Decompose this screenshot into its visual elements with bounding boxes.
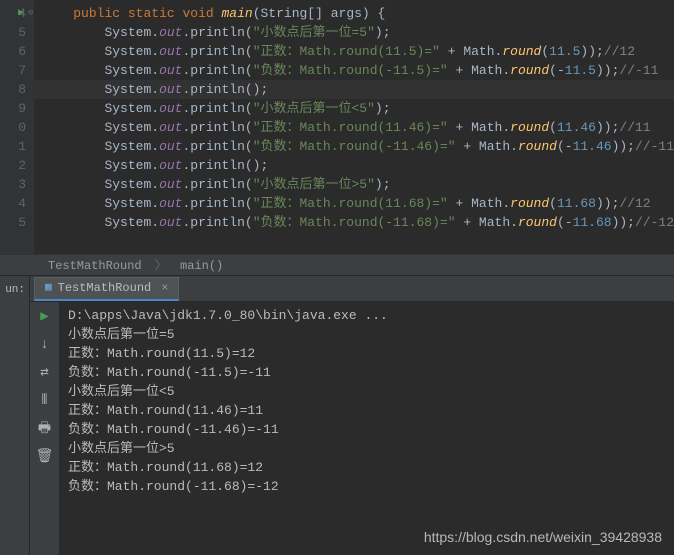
- code-area[interactable]: public static void main(String[] args) {…: [34, 0, 674, 254]
- console-line: 负数：Math.round(-11.68)=-12: [68, 477, 666, 496]
- layout-icon[interactable]: ⫴: [36, 392, 54, 410]
- console-line: 正数：Math.round(11.5)=12: [68, 344, 666, 363]
- run-config-icon: ▦: [45, 276, 52, 300]
- code-editor[interactable]: ▶⊖4 5 6 7 8 9 0 1 2 3 4 5 public static …: [0, 0, 674, 254]
- console-line: 小数点后第一位>5: [68, 439, 666, 458]
- breadcrumb-method[interactable]: main(): [180, 259, 223, 273]
- watermark: https://blog.csdn.net/weixin_39428938: [424, 529, 662, 545]
- run-tool-label: un:: [0, 276, 30, 555]
- gutter: ▶⊖4 5 6 7 8 9 0 1 2 3 4 5: [0, 0, 34, 254]
- console-line: 正数：Math.round(11.46)=11: [68, 401, 666, 420]
- console-line: 负数：Math.round(-11.5)=-11: [68, 363, 666, 382]
- console-line: 小数点后第一位=5: [68, 325, 666, 344]
- run-tabbar: ▦ TestMathRound ×: [30, 276, 674, 302]
- trash-icon[interactable]: 🗑: [36, 448, 54, 466]
- breadcrumb-sep-icon: 〉: [155, 259, 167, 273]
- console-line: 小数点后第一位<5: [68, 382, 666, 401]
- run-panel: un: ▦ TestMathRound × ▶ ↓ ⇄ ⫴ 🖶 🗑 D:\app…: [0, 276, 674, 555]
- run-toolbar: ▶ ↓ ⇄ ⫴ 🖶 🗑: [30, 302, 60, 555]
- filter-icon[interactable]: ⇄: [36, 364, 54, 382]
- print-icon[interactable]: 🖶: [36, 420, 54, 438]
- breadcrumb[interactable]: TestMathRound 〉 main(): [0, 254, 674, 276]
- breadcrumb-class[interactable]: TestMathRound: [48, 259, 142, 273]
- run-tab-label: TestMathRound: [58, 276, 152, 300]
- stop-icon[interactable]: ↓: [36, 336, 54, 354]
- console-line: 负数：Math.round(-11.46)=-11: [68, 420, 666, 439]
- run-line-icon[interactable]: ▶: [18, 4, 24, 23]
- console-output[interactable]: D:\apps\Java\jdk1.7.0_80\bin\java.exe ..…: [60, 302, 674, 555]
- run-tab[interactable]: ▦ TestMathRound ×: [34, 277, 179, 301]
- close-icon[interactable]: ×: [161, 276, 168, 300]
- fold-icon[interactable]: ⊖: [28, 4, 33, 23]
- rerun-icon[interactable]: ▶: [36, 308, 54, 326]
- console-line: D:\apps\Java\jdk1.7.0_80\bin\java.exe ..…: [68, 306, 666, 325]
- console-line: 正数：Math.round(11.68)=12: [68, 458, 666, 477]
